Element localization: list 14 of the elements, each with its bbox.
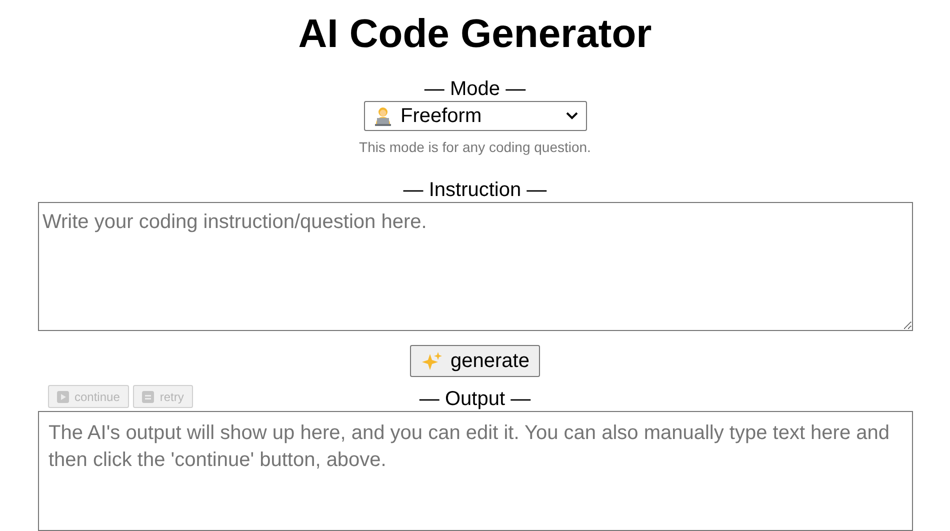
output-label: — Output — [419, 387, 531, 411]
mode-label: — Mode — [424, 77, 526, 101]
person-at-laptop-icon [372, 106, 392, 126]
output-field[interactable]: The AI's output will show up here, and you can edit it. You can also manually type text here and then click the 'continue' button, above. [38, 411, 912, 531]
mode-hint: This mode is for any coding question. [359, 138, 591, 157]
sparkles-icon [420, 351, 443, 371]
instruction-field[interactable]: Write your coding instruction/question here. [38, 202, 912, 331]
instruction-label: — Instruction — [403, 178, 547, 202]
retry-icon [142, 390, 154, 402]
play-icon [56, 390, 68, 402]
chevron-down-icon [566, 112, 578, 120]
generate-button[interactable]: generate [410, 345, 540, 377]
mode-select[interactable]: Freeform [364, 101, 586, 131]
page-title: AI Code Generator [298, 12, 652, 56]
